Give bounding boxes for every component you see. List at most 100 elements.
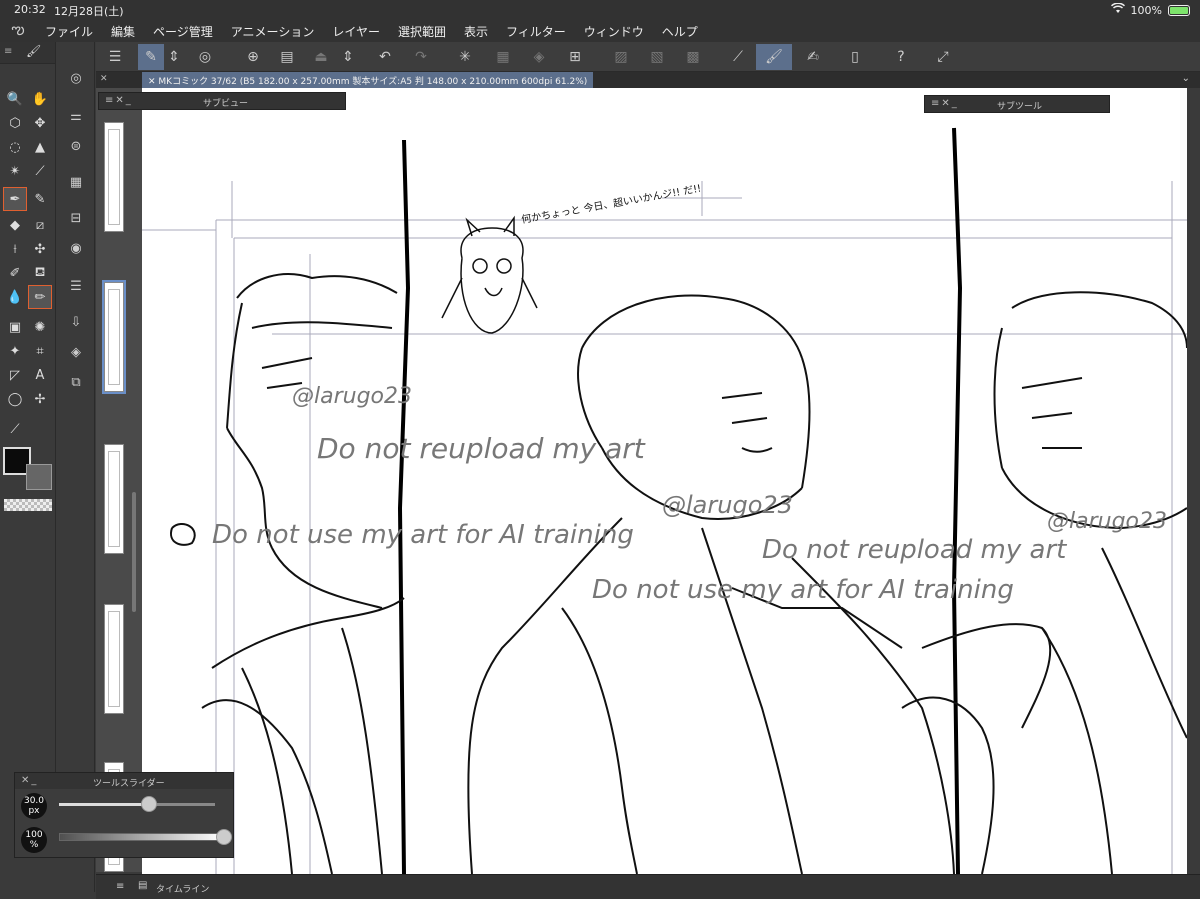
brush-size-fill — [59, 803, 150, 806]
tab-close-icon[interactable]: ✕ — [100, 74, 108, 84]
palette-controls-icon[interactable]: ≡✕_ — [931, 98, 959, 109]
pen-settings-icon[interactable]: ✍ — [800, 44, 826, 70]
gradient-icon[interactable]: ▣ — [4, 316, 26, 338]
menu-bar: ఌ ファイル 編集 ページ管理 アニメーション レイヤー 選択範囲 表示 フィル… — [0, 20, 1200, 42]
ruler-icon[interactable]: ◸ — [4, 364, 26, 386]
fill-bucket-icon[interactable]: ⛾ — [29, 262, 51, 284]
hand-icon[interactable]: ✋ — [29, 88, 51, 110]
opacity-knob[interactable] — [216, 829, 232, 845]
layer-search-icon[interactable]: ⧉ — [66, 372, 86, 392]
main-color-brush-icon[interactable]: ⟋ — [4, 418, 26, 440]
auto-select-icon[interactable]: ▲ — [29, 136, 51, 158]
menu-selection[interactable]: 選択範囲 — [389, 23, 455, 40]
palette-controls-icon[interactable]: ≡✕_ — [105, 95, 133, 106]
page-thumbnail[interactable] — [104, 604, 124, 714]
menu-edit[interactable]: 編集 — [102, 23, 144, 40]
fill-icon[interactable]: ◈ — [526, 44, 552, 70]
transform-icon[interactable]: ⊞ — [562, 44, 588, 70]
drawing-canvas[interactable]: @larugo23 Do not reupload my art Do not … — [142, 88, 1187, 874]
menu-animation[interactable]: アニメーション — [222, 23, 324, 40]
menu-file[interactable]: ファイル — [36, 23, 102, 40]
save-icon[interactable]: ⏏ — [308, 44, 334, 70]
page-thumbnail[interactable] — [104, 444, 124, 554]
balloon-icon[interactable]: ◯ — [4, 388, 26, 410]
smartphone-icon[interactable]: ▯ — [842, 44, 868, 70]
stepper-icon[interactable]: ⇕ — [166, 44, 182, 70]
document-tab[interactable]: ✕ MKコミック 37/62 (B5 182.00 x 257.00mm 製本サ… — [142, 72, 594, 88]
undo-icon[interactable]: ↶ — [372, 44, 398, 70]
menu-layer[interactable]: レイヤー — [323, 23, 389, 40]
brush-icon[interactable]: 🖌 — [26, 44, 41, 58]
spiral-icon[interactable]: ◎ — [192, 44, 218, 70]
figure-icon[interactable]: ✺ — [29, 316, 51, 338]
brush-snap-icon[interactable]: 🖌 — [756, 44, 792, 70]
correct-line-icon[interactable]: ✢ — [29, 388, 51, 410]
chevron-down-icon[interactable]: ⌄ — [1182, 73, 1190, 84]
film-icon[interactable]: ▦ — [66, 172, 86, 192]
timeline-icon[interactable]: ▤ — [138, 880, 147, 891]
watermark-handle-right: @larugo23 — [1047, 509, 1167, 534]
text-icon[interactable]: A — [29, 364, 51, 386]
brush-size-icon[interactable]: ⊜ — [66, 136, 86, 156]
layers-icon[interactable]: ◈ — [66, 342, 86, 362]
magic-wand-icon[interactable]: ✴ — [4, 160, 26, 182]
object-select-icon[interactable]: ⬡ — [4, 112, 26, 134]
list-icon[interactable]: ☰ — [66, 276, 86, 296]
help-icon[interactable]: ? — [888, 44, 914, 70]
menu-view[interactable]: 表示 — [455, 23, 497, 40]
loading-icon[interactable]: ✳ — [452, 44, 478, 70]
layer-property-icon[interactable]: ◉ — [66, 238, 86, 258]
menu-page-management[interactable]: ページ管理 — [144, 23, 222, 40]
menu-window[interactable]: ウィンドウ — [575, 23, 653, 40]
resize-icon[interactable]: ⤢ — [930, 44, 956, 70]
doc-tab-close-icon[interactable]: ✕ — [148, 77, 158, 87]
eraser-icon[interactable]: ◆ — [4, 214, 26, 236]
frame-border-icon[interactable]: ⌗ — [29, 340, 51, 362]
palette-grip-icon[interactable]: ≡ — [4, 46, 12, 57]
sparkle-icon[interactable]: ✦ — [4, 340, 26, 362]
opacity-slider[interactable] — [59, 829, 232, 845]
decoration-icon[interactable]: ⧄ — [29, 214, 51, 236]
deselect-icon[interactable]: ▨ — [608, 44, 634, 70]
hamburger-menu-icon[interactable]: ☰ — [102, 44, 128, 70]
tool-property-icon[interactable]: ⚌ — [66, 106, 86, 126]
drops-icon[interactable]: 💧 — [4, 286, 26, 308]
lasso-icon[interactable]: ◌ — [4, 136, 26, 158]
brush-size-knob[interactable] — [141, 796, 158, 812]
pen-tool-icon[interactable]: ✒ — [3, 187, 27, 211]
invert-selection-icon[interactable]: ▧ — [644, 44, 670, 70]
eyedropper-icon[interactable]: ⟋ — [29, 160, 51, 182]
brush-tool-icon[interactable]: ⟊ — [4, 238, 26, 260]
move-icon[interactable]: ✥ — [29, 112, 51, 134]
subtool-palette[interactable]: ≡✕_ サブツール — [924, 95, 1110, 113]
palette-controls-icon[interactable]: ✕_ — [21, 775, 38, 786]
tool-slider-header[interactable]: ✕_ ツールスライダー — [15, 773, 233, 789]
navigator-icon[interactable]: ◎ — [66, 68, 86, 88]
clear-icon[interactable]: ▦ — [490, 44, 516, 70]
zoom-icon[interactable]: 🔍 — [4, 88, 26, 110]
redo-icon[interactable]: ↷ — [408, 44, 434, 70]
menu-help[interactable]: ヘルプ — [653, 23, 707, 40]
ruler-snap-icon[interactable]: ⟋ — [720, 44, 756, 70]
blend-icon[interactable]: ✐ — [4, 262, 26, 284]
brush-size-slider[interactable] — [59, 796, 215, 812]
page-thumbnail[interactable] — [104, 122, 124, 232]
sub-color-swatch[interactable] — [26, 464, 52, 490]
page-manager-scrollbar[interactable] — [132, 492, 136, 612]
app-logo-icon[interactable]: ఌ — [0, 20, 36, 42]
subview-palette[interactable]: ≡✕_ サブビュー — [98, 92, 346, 110]
material-icon[interactable]: ⊟ — [66, 208, 86, 228]
airbrush-icon[interactable]: ✣ — [29, 238, 51, 260]
active-sub-tool-icon[interactable]: ✏ — [28, 285, 52, 309]
new-file-icon[interactable]: ⊕ — [240, 44, 266, 70]
pencil-icon[interactable]: ✎ — [29, 188, 51, 210]
import-icon[interactable]: ⇩ — [66, 312, 86, 332]
menu-filter[interactable]: フィルター — [497, 23, 575, 40]
page-thumbnail-selected[interactable] — [102, 280, 126, 394]
transparent-color-swatch[interactable] — [4, 499, 52, 511]
palette-grip-icon[interactable]: ≡ — [116, 881, 124, 892]
open-folder-icon[interactable]: ▤ — [274, 44, 300, 70]
edit-mode-icon[interactable]: ✎ — [138, 44, 164, 70]
stepper-2-icon[interactable]: ⇕ — [340, 44, 356, 70]
selection-border-icon[interactable]: ▩ — [680, 44, 706, 70]
